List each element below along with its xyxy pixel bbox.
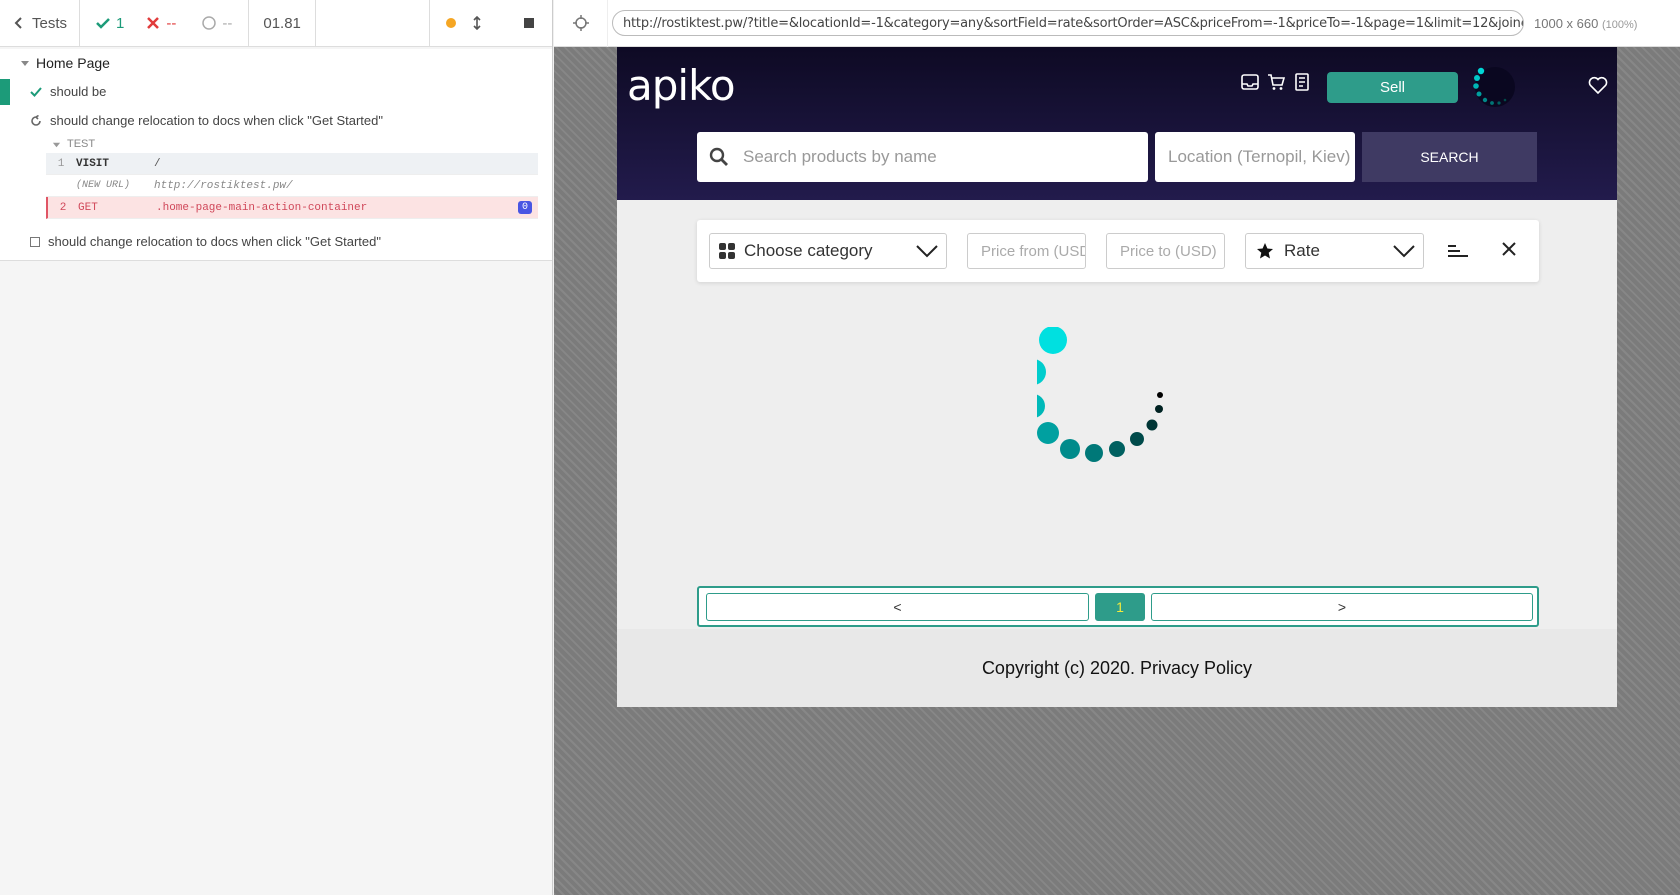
x-icon xyxy=(147,17,160,29)
next-page-button[interactable]: > xyxy=(1151,593,1533,621)
orders-icon[interactable] xyxy=(1293,73,1311,91)
prev-page-button[interactable]: < xyxy=(706,593,1089,621)
chevron-down-icon xyxy=(1393,245,1415,258)
refresh-icon xyxy=(31,114,41,126)
cart-icon[interactable] xyxy=(1267,73,1285,91)
url-bar[interactable]: http://rostiktest.pw/?title=&locationId=… xyxy=(612,10,1524,36)
resize-vertical-icon[interactable] xyxy=(470,16,484,30)
element-count-badge: 0 xyxy=(517,201,532,214)
reporter-header: Tests 1 -- -- 01.81 xyxy=(0,0,552,47)
app-header: apiko Sell Search products by name Locat… xyxy=(617,47,1617,200)
command-log: 1 VISIT / (NEW URL) http://rostiktest.pw… xyxy=(46,153,538,219)
chevron-down-icon xyxy=(916,245,938,258)
test-reporter-panel: Tests 1 -- -- 01.81 Home Page should be … xyxy=(0,0,553,895)
command-row[interactable]: 1 VISIT / xyxy=(46,153,538,175)
test-title: should be xyxy=(50,84,107,99)
viewport-size: 1000 x 660 xyxy=(1534,15,1599,31)
suite-title: Home Page xyxy=(36,55,110,71)
sell-button[interactable]: Sell xyxy=(1327,72,1458,103)
crosshair-icon xyxy=(572,15,589,31)
zoom-level: (100%) xyxy=(1601,18,1638,31)
suite-home-page[interactable]: Home Page xyxy=(0,49,552,77)
command-name: GET xyxy=(78,201,98,214)
checkbox-icon xyxy=(30,236,40,247)
category-label: Choose category xyxy=(744,241,873,260)
command-name: VISIT xyxy=(76,157,110,170)
caret-down-icon xyxy=(21,61,29,66)
loading-spinner-icon xyxy=(1473,67,1515,107)
inbox-icon[interactable] xyxy=(1241,73,1259,91)
apiko-logo[interactable]: apiko xyxy=(627,61,736,110)
product-search-input[interactable]: Search products by name xyxy=(697,132,1148,182)
filter-bar: Choose category Price from (USD) Price t… xyxy=(697,220,1539,282)
command-message: .home-page-main-action-container xyxy=(156,201,368,214)
check-icon xyxy=(96,18,110,29)
price-from-input[interactable]: Price from (USD) xyxy=(967,233,1086,269)
command-name: (NEW URL) xyxy=(76,180,131,191)
app-under-test-panel: http://rostiktest.pw/?title=&locationId=… xyxy=(554,0,1680,895)
heart-icon[interactable] xyxy=(1588,76,1608,94)
viewport-info: 1000 x 660 (100%) xyxy=(1534,16,1637,31)
search-button[interactable]: SEARCH xyxy=(1362,132,1537,182)
pending-count: -- xyxy=(222,14,233,32)
app-iframe: apiko Sell Search products by name Locat… xyxy=(617,47,1617,707)
category-select[interactable]: Choose category xyxy=(709,233,947,269)
test-body-group[interactable]: TEST xyxy=(0,135,552,153)
url-text: http://rostiktest.pw/?title=&locationId=… xyxy=(623,15,1524,31)
pagination: < 1 > xyxy=(697,586,1539,627)
footer: Copyright (c) 2020. Privacy Policy xyxy=(617,629,1617,707)
page-button-1[interactable]: 1 xyxy=(1095,593,1145,621)
sort-select[interactable]: Rate xyxy=(1245,233,1424,269)
tests-label: Tests xyxy=(32,14,68,32)
duration: 01.81 xyxy=(249,0,316,47)
check-icon xyxy=(30,86,42,97)
passed-stat: 1 -- -- xyxy=(80,0,250,47)
star-icon xyxy=(1257,243,1273,259)
controls xyxy=(429,0,552,47)
price-to-input[interactable]: Price to (USD) xyxy=(1106,233,1225,269)
tests-back-button[interactable]: Tests xyxy=(0,0,81,47)
command-number: 1 xyxy=(57,157,65,170)
duration-value: 01.81 xyxy=(263,14,301,32)
sort-label: Rate xyxy=(1284,241,1320,260)
passed-count: 1 xyxy=(116,14,125,32)
command-message: / xyxy=(154,157,161,170)
sort-order-icon[interactable] xyxy=(1447,242,1469,260)
header-icons xyxy=(1241,73,1311,91)
runnables-list: Home Page should be should change reloca… xyxy=(0,49,552,261)
test-item-passed[interactable]: should be xyxy=(0,77,552,106)
command-row-failed[interactable]: 2 GET .home-page-main-action-container 0 xyxy=(46,197,538,219)
footer-copyright: Copyright (c) 2020. Privacy Policy xyxy=(981,657,1253,678)
location-input[interactable]: Location (Ternopil, Kiev) xyxy=(1155,132,1355,182)
chevron-left-icon xyxy=(14,17,22,29)
stop-icon[interactable] xyxy=(522,16,536,30)
command-number: 2 xyxy=(59,201,67,214)
circle-icon xyxy=(202,16,217,30)
running-indicator-icon xyxy=(446,18,456,28)
test-title: should change relocation to docs when cl… xyxy=(50,113,383,128)
close-icon[interactable] xyxy=(1500,240,1518,258)
location-placeholder: Location (Ternopil, Kiev) xyxy=(1168,147,1351,166)
command-message: http://rostiktest.pw/ xyxy=(154,179,293,192)
failed-count: -- xyxy=(166,14,177,32)
search-placeholder: Search products by name xyxy=(743,147,937,166)
command-row[interactable]: (NEW URL) http://rostiktest.pw/ xyxy=(46,175,538,197)
search-icon xyxy=(709,147,728,166)
test-item-pending[interactable]: should change relocation to docs when cl… xyxy=(0,227,552,256)
test-title: should change relocation to docs when cl… xyxy=(48,234,381,249)
loading-spinner-icon xyxy=(1037,327,1163,462)
grid-icon xyxy=(719,243,735,259)
aut-header: http://rostiktest.pw/?title=&locationId=… xyxy=(554,0,1680,47)
group-label: TEST xyxy=(67,138,96,150)
caret-down-icon xyxy=(52,142,61,147)
test-item-running[interactable]: should change relocation to docs when cl… xyxy=(0,106,552,135)
selector-playground-button[interactable] xyxy=(554,0,608,47)
